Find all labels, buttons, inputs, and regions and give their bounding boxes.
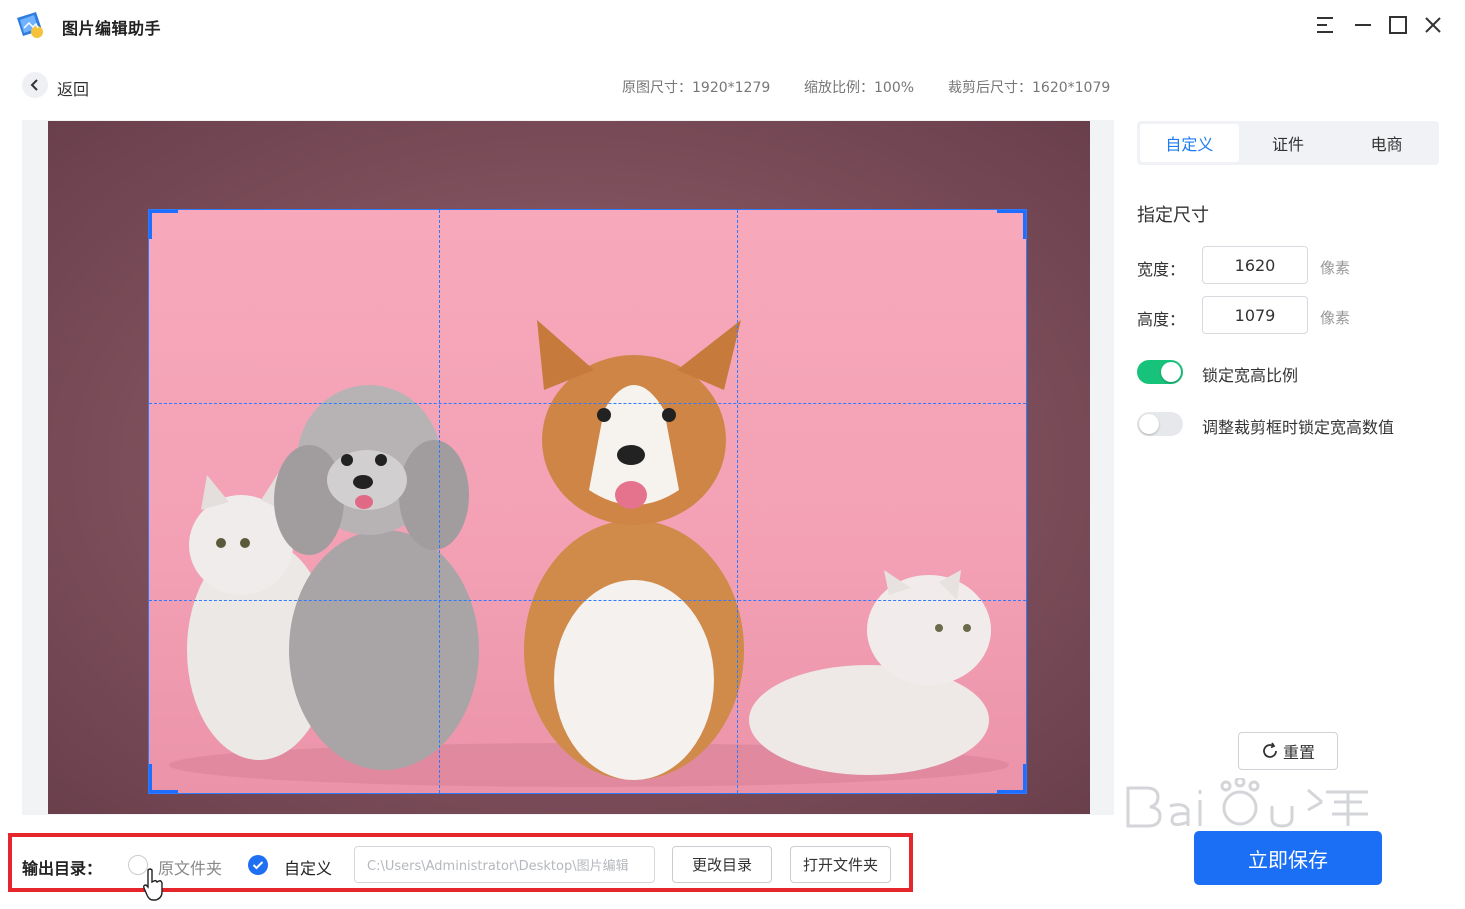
change-dir-button[interactable]: 更改目录: [672, 846, 772, 883]
reset-label: 重置: [1282, 743, 1315, 762]
tab-id-photo[interactable]: 证件: [1239, 124, 1338, 162]
radio-original-folder-label[interactable]: 原文件夹: [158, 855, 222, 879]
close-icon[interactable]: [1420, 12, 1446, 38]
maximize-icon[interactable]: [1385, 12, 1411, 38]
grid-line: [737, 210, 738, 793]
radio-custom-folder-label[interactable]: 自定义: [284, 855, 332, 879]
crop-box[interactable]: [148, 209, 1027, 794]
original-size-info: 原图尺寸：1920*1279: [622, 80, 771, 96]
app-logo-icon: [14, 8, 48, 42]
width-input[interactable]: [1202, 246, 1308, 284]
output-dir-label: 输出目录：: [22, 859, 103, 878]
refresh-icon: [1263, 742, 1277, 758]
reset-button[interactable]: 重置: [1238, 732, 1338, 770]
check-icon: [252, 861, 264, 870]
minimize-icon[interactable]: [1350, 12, 1376, 38]
hand-cursor-icon: [143, 868, 163, 901]
cropped-size-info: 裁剪后尺寸：1620*1079: [948, 80, 1111, 96]
crop-handle-top-right[interactable]: [997, 210, 1026, 239]
height-unit: 像素: [1320, 309, 1351, 327]
back-label[interactable]: 返回: [57, 76, 89, 100]
width-unit: 像素: [1320, 259, 1351, 277]
lock-values-toggle[interactable]: [1137, 412, 1183, 436]
open-folder-button[interactable]: 打开文件夹: [790, 846, 891, 883]
save-button[interactable]: 立即保存: [1194, 831, 1382, 885]
zoom-info: 缩放比例：100%: [804, 80, 915, 96]
tab-ecommerce[interactable]: 电商: [1337, 124, 1436, 162]
crop-handle-bottom-left[interactable]: [149, 764, 178, 793]
app-title: 图片编辑助手: [62, 19, 162, 38]
grid-line: [439, 210, 440, 793]
menu-icon[interactable]: [1312, 12, 1338, 38]
radio-custom-folder[interactable]: [248, 855, 268, 875]
crop-handle-bottom-right[interactable]: [997, 764, 1026, 793]
grid-line: [149, 403, 1026, 404]
height-label: 高度：: [1137, 310, 1186, 329]
grid-line: [149, 600, 1026, 601]
size-mode-tabs: 自定义 证件 电商: [1137, 121, 1439, 165]
chevron-left-icon: [30, 79, 38, 91]
width-label: 宽度：: [1137, 260, 1186, 279]
section-title: 指定尺寸: [1137, 205, 1209, 226]
crop-handle-top-left[interactable]: [149, 210, 178, 239]
title-bar: 图片编辑助手: [0, 0, 1465, 52]
pets-photo: [169, 320, 1009, 787]
output-path-input[interactable]: [354, 846, 655, 883]
tab-custom[interactable]: 自定义: [1140, 124, 1239, 162]
height-input[interactable]: [1202, 296, 1308, 334]
back-button[interactable]: [22, 72, 48, 98]
lock-ratio-toggle[interactable]: [1137, 360, 1183, 384]
lock-ratio-label: 锁定宽高比例: [1202, 366, 1299, 385]
lock-values-label: 调整裁剪框时锁定宽高数值: [1202, 418, 1395, 437]
